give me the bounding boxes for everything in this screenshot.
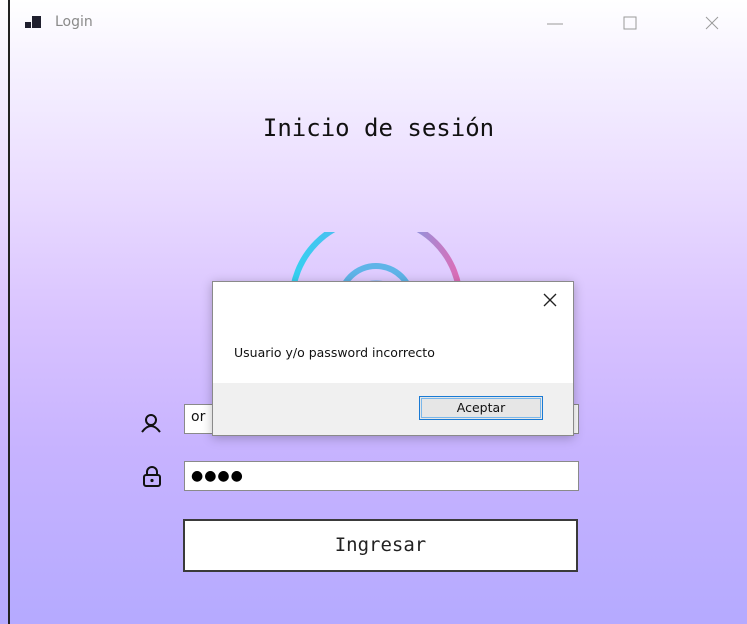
- maximize-icon: [623, 16, 637, 30]
- window-left-border: [8, 0, 10, 624]
- app-icon: [25, 16, 41, 30]
- page-title-text: Inicio de sesión: [262, 114, 495, 142]
- close-button[interactable]: [690, 8, 734, 38]
- window-title: Login: [55, 14, 93, 30]
- login-window: Login Inicio de sesión or ●●●● Ingresar …: [0, 0, 747, 624]
- login-button[interactable]: Ingresar: [183, 519, 578, 572]
- dialog-message: Usuario y/o password incorrecto: [234, 345, 435, 360]
- username-value: or: [191, 409, 206, 425]
- dialog-close-icon[interactable]: [541, 291, 559, 309]
- minimize-icon: [547, 23, 563, 25]
- page-title: Inicio de sesión: [0, 114, 747, 142]
- maximize-button[interactable]: [608, 8, 652, 38]
- password-masked-value: ●●●●: [191, 468, 244, 484]
- minimize-button[interactable]: [533, 8, 577, 38]
- lock-icon: [143, 466, 161, 487]
- close-icon: [705, 16, 719, 30]
- error-dialog: Usuario y/o password incorrecto Aceptar: [212, 281, 574, 436]
- user-icon: [141, 414, 161, 433]
- password-input[interactable]: ●●●●: [184, 461, 579, 491]
- title-bar[interactable]: Login: [0, 0, 747, 48]
- accept-button[interactable]: Aceptar: [419, 396, 543, 420]
- dialog-footer: Aceptar: [213, 383, 573, 435]
